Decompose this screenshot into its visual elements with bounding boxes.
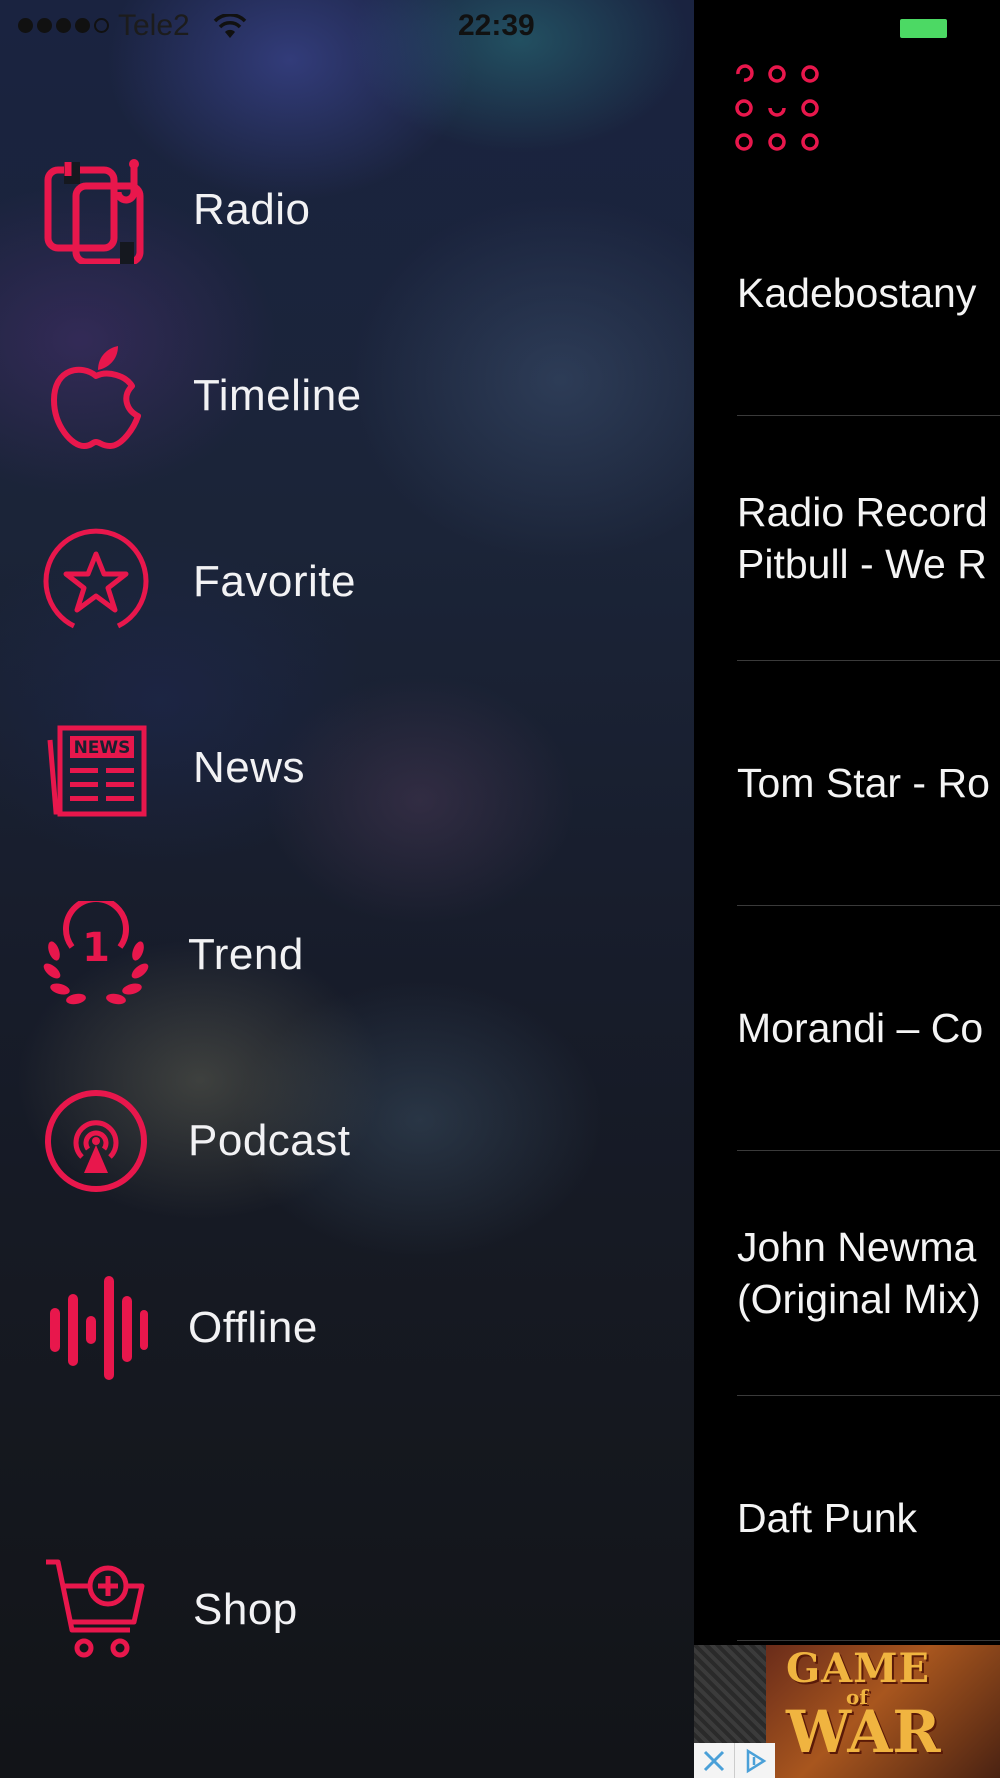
track-item[interactable]: John Newma (Original Mix)	[737, 1221, 1000, 1325]
svg-text:NEWS: NEWS	[74, 738, 131, 758]
menu-item-label: Podcast	[188, 1116, 351, 1165]
battery-icon	[900, 19, 947, 38]
ad-pattern	[694, 1645, 766, 1743]
divider	[737, 415, 1000, 416]
divider	[737, 1150, 1000, 1151]
menu-item-trend[interactable]: 1 Trend	[0, 895, 694, 1015]
track-title: Morandi – Co	[737, 1005, 984, 1051]
wifi-icon	[213, 12, 247, 48]
menu-item-shop[interactable]: Shop	[0, 1550, 694, 1670]
carrier-name: Tele2	[118, 9, 190, 42]
menu-item-podcast[interactable]: Podcast	[0, 1081, 694, 1201]
signal-dots-icon	[18, 18, 109, 33]
divider	[737, 905, 1000, 906]
close-ad-icon[interactable]	[694, 1743, 734, 1778]
menu-item-radio[interactable]: Radio	[0, 150, 694, 270]
status-time: 22:39	[458, 9, 535, 42]
menu-item-favorite[interactable]: Favorite	[0, 522, 694, 642]
ad-title: GAME of WAR	[786, 1645, 941, 1766]
menu-item-label: Timeline	[193, 371, 362, 420]
divider	[737, 660, 1000, 661]
svg-text:1: 1	[82, 925, 110, 971]
laurel-number-one-icon: 1	[42, 901, 150, 1009]
ad-image[interactable]: GAME of WAR	[766, 1645, 1000, 1778]
adchoices-icon[interactable]	[734, 1743, 775, 1778]
track-item[interactable]: Tom Star - Ro	[737, 757, 1000, 809]
track-subtitle: Pitbull - We R	[737, 541, 987, 587]
apple-icon	[42, 342, 150, 450]
sound-wave-icon	[42, 1274, 150, 1382]
newspaper-icon: NEWS	[42, 714, 150, 822]
menu-item-label: Radio	[193, 185, 311, 234]
menu-item-label: Offline	[188, 1303, 318, 1352]
menu-item-label: News	[193, 743, 306, 792]
menu-item-label: Trend	[188, 930, 304, 979]
track-item[interactable]: Radio Record Pitbull - We R	[737, 486, 1000, 590]
radio-app-icon	[42, 156, 150, 264]
divider	[737, 1395, 1000, 1396]
cart-add-icon	[42, 1556, 150, 1664]
grid-menu-icon[interactable]	[734, 64, 824, 159]
track-title: Daft Punk	[737, 1495, 918, 1541]
track-item[interactable]: Daft Punk	[737, 1492, 1000, 1544]
track-list-panel: Kadebostany Radio Record Pitbull - We R …	[694, 0, 1000, 1778]
podcast-icon	[42, 1087, 150, 1195]
menu-item-label: Favorite	[193, 557, 356, 606]
star-icon	[42, 528, 150, 636]
menu-item-label: Shop	[193, 1585, 298, 1634]
menu-item-timeline[interactable]: Timeline	[0, 336, 694, 456]
status-bar: Tele2 22:39	[0, 0, 1000, 54]
menu-item-news[interactable]: NEWS News	[0, 708, 694, 828]
track-title: John Newma	[737, 1224, 977, 1270]
divider	[737, 1640, 1000, 1641]
ad-banner[interactable]: GAME of WAR	[694, 1645, 1000, 1778]
track-item[interactable]: Morandi – Co	[737, 1002, 1000, 1054]
track-title: Kadebostany	[737, 270, 977, 316]
track-title: Tom Star - Ro	[737, 760, 990, 806]
menu-item-offline[interactable]: Offline	[0, 1268, 694, 1388]
track-subtitle: (Original Mix)	[737, 1276, 981, 1322]
track-title: Radio Record	[737, 489, 988, 535]
track-item[interactable]: Kadebostany	[737, 267, 1000, 319]
